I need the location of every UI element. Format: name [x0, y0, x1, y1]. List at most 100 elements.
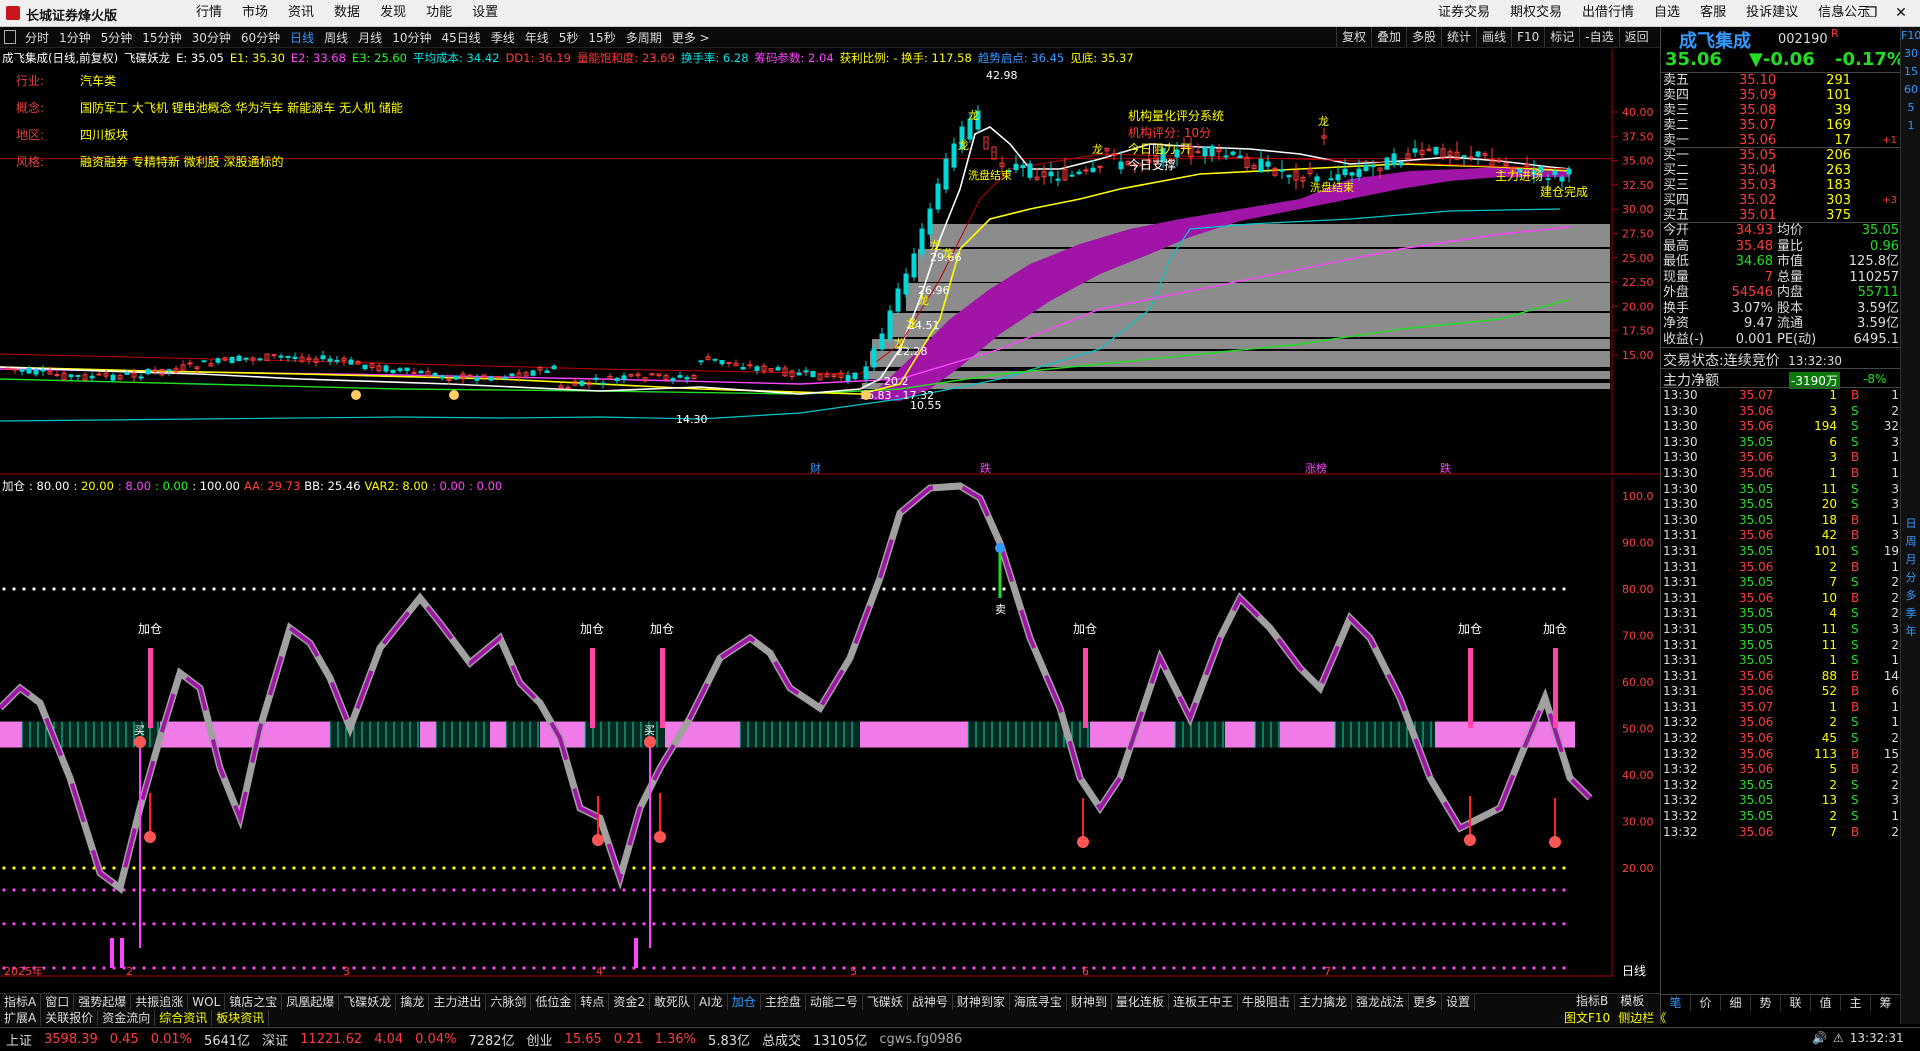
panel-tab-6[interactable]: 主: [1841, 995, 1871, 1011]
indicator-tab-right-0[interactable]: 指标B: [1570, 993, 1614, 1009]
panel-tab-4[interactable]: 联: [1781, 995, 1811, 1011]
period-6[interactable]: 日线: [285, 29, 319, 46]
chart-tool-7[interactable]: -自选: [1579, 27, 1618, 47]
extension-tab-right-1[interactable]: 侧边栏《: [1614, 1010, 1670, 1026]
indicator-tab-23[interactable]: 财神到: [1067, 994, 1112, 1010]
indicator-tab-21[interactable]: 财神到家: [953, 994, 1010, 1010]
indicator-tab-24[interactable]: 量化连板: [1112, 994, 1169, 1010]
order-row[interactable]: 卖四 35.09 101: [1661, 88, 1901, 103]
order-row[interactable]: 买一 35.05 206: [1661, 148, 1901, 163]
side-btn-6[interactable]: 年: [1901, 623, 1920, 641]
indicator-tab-14[interactable]: 敢死队: [650, 994, 696, 1010]
indicator-tab-4[interactable]: WOL: [188, 994, 226, 1010]
right-menu-item-5[interactable]: 投诉建议: [1736, 0, 1808, 26]
side-btn-2[interactable]: 月: [1901, 551, 1920, 569]
order-row[interactable]: 买五 35.01 375: [1661, 208, 1901, 223]
panel-tab-3[interactable]: 势: [1751, 995, 1781, 1011]
menu-item-1[interactable]: 市场: [232, 0, 278, 26]
indicator-tab-1[interactable]: 窗口: [41, 994, 75, 1010]
indicator-tab-17[interactable]: 主控盘: [761, 994, 806, 1010]
panel-tab-5[interactable]: 值: [1811, 995, 1841, 1011]
indicator-tab-22[interactable]: 海底寻宝: [1010, 994, 1067, 1010]
right-menu-item-3[interactable]: 自选: [1644, 0, 1690, 26]
chart-tool-2[interactable]: 多股: [1406, 27, 1441, 47]
indicator-tab-11[interactable]: 低位金: [531, 994, 577, 1010]
side-btn-5[interactable]: 季: [1901, 605, 1920, 623]
indicator-tab-15[interactable]: AI龙: [695, 994, 728, 1010]
period-4[interactable]: 30分钟: [187, 29, 236, 46]
chart-tool-0[interactable]: 复权: [1336, 27, 1371, 47]
side-btn-top-0[interactable]: F10: [1901, 27, 1920, 45]
side-btn-top-3[interactable]: 60: [1901, 81, 1920, 99]
alert-icon[interactable]: ⚠: [1833, 1031, 1844, 1045]
indicator-tab-18[interactable]: 动能二号: [806, 994, 863, 1010]
menu-item-2[interactable]: 资讯: [278, 0, 324, 26]
menu-item-0[interactable]: 行情: [186, 0, 232, 26]
right-menu-item-0[interactable]: 证券交易: [1428, 0, 1500, 26]
side-btn-top-1[interactable]: 30: [1901, 45, 1920, 63]
chart-tool-4[interactable]: 画线: [1476, 27, 1511, 47]
indicator-tab-16[interactable]: 加仓: [728, 994, 761, 1010]
indicator-tab-6[interactable]: 凤凰起爆: [282, 994, 340, 1010]
indicator-tab-0[interactable]: 指标A: [0, 994, 42, 1010]
menu-item-4[interactable]: 发现: [370, 0, 416, 26]
indicator-tab-19[interactable]: 飞碟妖: [863, 994, 908, 1010]
right-menu-item-2[interactable]: 出借行情: [1572, 0, 1644, 26]
indicator-tab-26[interactable]: 牛股阻击: [1238, 994, 1295, 1010]
chart-tool-6[interactable]: 标记: [1544, 27, 1579, 47]
right-menu-item-1[interactable]: 期权交易: [1500, 0, 1572, 26]
side-btn-4[interactable]: 多: [1901, 587, 1920, 605]
panel-tab-2[interactable]: 细: [1721, 995, 1751, 1011]
maximize-icon[interactable]: ❐: [1856, 0, 1886, 26]
period-15[interactable]: 多周期: [621, 29, 667, 46]
indicator-tab-30[interactable]: 设置: [1442, 994, 1476, 1010]
indicator-tab-12[interactable]: 转点: [576, 994, 610, 1010]
period-1[interactable]: 1分钟: [54, 29, 96, 46]
period-12[interactable]: 年线: [520, 29, 554, 46]
extension-tab-3[interactable]: 综合资讯: [155, 1010, 213, 1026]
indicator-tab-right-1[interactable]: 模板: [1614, 993, 1650, 1009]
indicator-tab-29[interactable]: 更多: [1409, 994, 1443, 1010]
chart-tool-1[interactable]: 叠加: [1371, 27, 1406, 47]
minimize-icon[interactable]: –: [1826, 0, 1856, 26]
indicator-tab-13[interactable]: 资金2: [609, 994, 651, 1010]
order-row[interactable]: 卖五 35.10 291: [1661, 73, 1901, 88]
indicator-tab-25[interactable]: 连板王中王: [1169, 994, 1238, 1010]
order-row[interactable]: 卖一 35.06 17 +1: [1661, 133, 1901, 148]
indicator-tab-7[interactable]: 飞碟妖龙: [339, 994, 397, 1010]
panel-tab-1[interactable]: 价: [1691, 995, 1721, 1011]
menu-item-6[interactable]: 设置: [462, 0, 508, 26]
close-icon[interactable]: ✕: [1886, 0, 1916, 26]
indicator-tab-5[interactable]: 镇店之宝: [225, 994, 283, 1010]
indicator-tab-3[interactable]: 共振追涨: [131, 994, 189, 1010]
side-btn-top-4[interactable]: 5: [1901, 99, 1920, 117]
panel-tab-7[interactable]: 筹: [1871, 995, 1901, 1011]
period-16[interactable]: 更多 >: [667, 29, 715, 46]
period-2[interactable]: 5分钟: [96, 29, 138, 46]
indicator-tab-28[interactable]: 强龙战法: [1352, 994, 1409, 1010]
volume-icon[interactable]: 🔊: [1812, 1031, 1827, 1045]
period-10[interactable]: 45日线: [436, 29, 485, 46]
side-btn-3[interactable]: 分: [1901, 569, 1920, 587]
period-3[interactable]: 15分钟: [137, 29, 186, 46]
extension-tab-right-0[interactable]: 图文F10: [1560, 1010, 1614, 1026]
period-9[interactable]: 10分钟: [387, 29, 436, 46]
period-8[interactable]: 月线: [353, 29, 387, 46]
order-row[interactable]: 买四 35.02 303 +3: [1661, 193, 1901, 208]
order-row[interactable]: 买二 35.04 263: [1661, 163, 1901, 178]
indicator-chart[interactable]: 100.0 90.00 80.00 70.00 60.00 50.00 40.00 30.00…: [0, 478, 1660, 977]
order-row[interactable]: 买三 35.03 183: [1661, 178, 1901, 193]
panel-tab-0[interactable]: 笔: [1661, 995, 1691, 1011]
chart-tool-3[interactable]: 统计: [1441, 27, 1476, 47]
panel-toggle-icon[interactable]: [4, 30, 16, 44]
indicator-tab-20[interactable]: 战神号: [908, 994, 953, 1010]
period-5[interactable]: 60分钟: [236, 29, 285, 46]
chart-tool-8[interactable]: 返回: [1618, 27, 1654, 47]
period-13[interactable]: 5秒: [554, 29, 584, 46]
extension-tab-4[interactable]: 板块资讯: [212, 1010, 270, 1026]
side-btn-0[interactable]: 日: [1901, 515, 1920, 533]
order-row[interactable]: 卖三 35.08 39: [1661, 103, 1901, 118]
extension-tab-1[interactable]: 关联报价: [41, 1010, 99, 1026]
side-btn-top-2[interactable]: 15: [1901, 63, 1920, 81]
indicator-tab-10[interactable]: 六脉剑: [486, 994, 532, 1010]
